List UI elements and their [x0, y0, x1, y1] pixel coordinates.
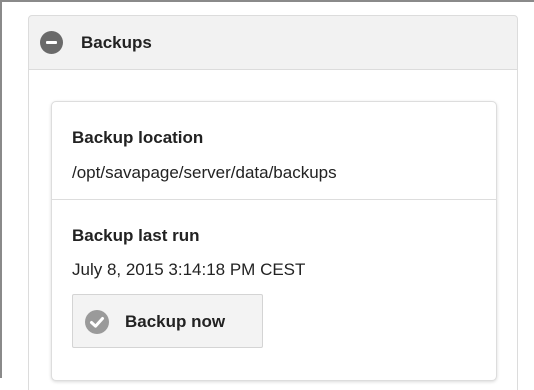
backup-now-label: Backup now [125, 312, 226, 331]
backup-now-button[interactable]: Backup now [72, 294, 263, 348]
backup-location-label: Backup location [72, 128, 204, 147]
backup-last-run-value: July 8, 2015 3:14:18 PM CEST [72, 260, 306, 279]
backup-location-value: /opt/savapage/server/data/backups [72, 163, 337, 182]
section-title: Backups [81, 33, 152, 52]
backups-collapsible-header[interactable]: Backups [28, 15, 518, 70]
backup-info-list: Backup location /opt/savapage/server/dat… [51, 101, 497, 381]
window-frame-top [0, 0, 534, 8]
list-item-backup-last-run: Backup last run July 8, 2015 3:14:18 PM … [52, 200, 496, 380]
backups-collapsible: Backups Backup location /opt/savapage/se… [28, 15, 518, 390]
backup-last-run-label: Backup last run [72, 226, 200, 245]
backups-content: Backup location /opt/savapage/server/dat… [28, 70, 518, 390]
window-frame-left [0, 0, 8, 378]
minus-circle-icon [40, 31, 63, 54]
check-circle-icon [85, 310, 109, 334]
list-item-backup-location: Backup location /opt/savapage/server/dat… [52, 102, 496, 200]
